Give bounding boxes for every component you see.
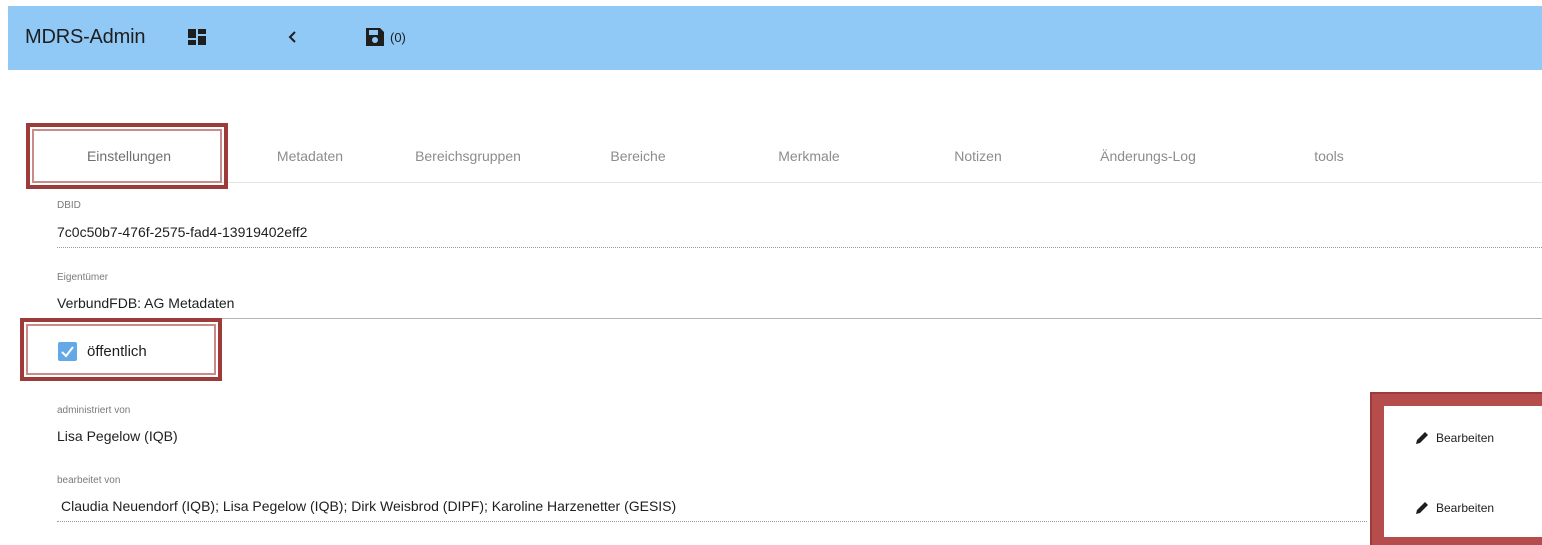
app-title: MDRS-Admin: [25, 26, 146, 48]
dbid-label: DBID: [57, 200, 81, 211]
dashboard-icon[interactable]: [186, 26, 208, 48]
edit-admin-button-label: Bearbeiten: [1436, 431, 1495, 445]
public-checkbox[interactable]: [58, 342, 77, 361]
tab-einstellungen[interactable]: Einstellungen: [40, 136, 218, 180]
dbid-value: 7c0c50b7-476f-2575-fad4-13919402eff2: [57, 224, 308, 240]
admin-value: Lisa Pegelow (IQB): [57, 428, 178, 444]
tab-bar: Einstellungen Metadaten Bereichsgruppen …: [40, 136, 1542, 183]
tab-metadaten[interactable]: Metadaten: [230, 136, 390, 180]
owner-value: VerbundFDB: AG Metadaten: [57, 295, 235, 311]
edit-editors-button[interactable]: Bearbeiten: [1402, 490, 1532, 526]
editors-value: Claudia Neuendorf (IQB); Lisa Pegelow (I…: [61, 498, 677, 514]
admin-label: administriert von: [57, 405, 131, 416]
save-icon[interactable]: [364, 26, 386, 48]
tab-aenderungs-log[interactable]: Änderungs-Log: [1068, 136, 1228, 180]
save-count: (0): [390, 30, 406, 45]
editors-label: bearbeitet von: [57, 475, 121, 486]
public-checkbox-label[interactable]: öffentlich: [87, 343, 147, 360]
dbid-divider: [57, 247, 1542, 248]
pencil-icon: [1416, 502, 1428, 514]
app-toolbar: MDRS-Admin (0): [8, 6, 1542, 70]
tab-tools[interactable]: tools: [1249, 136, 1409, 180]
tab-notizen[interactable]: Notizen: [898, 136, 1058, 180]
tab-merkmale[interactable]: Merkmale: [729, 136, 889, 180]
editors-divider: [57, 521, 1367, 522]
pencil-icon: [1416, 432, 1428, 444]
tab-bereichsgruppen[interactable]: Bereichsgruppen: [388, 136, 548, 180]
edit-editors-button-label: Bearbeiten: [1436, 501, 1495, 515]
edit-admin-button[interactable]: Bearbeiten: [1402, 420, 1532, 456]
chevron-left-icon[interactable]: [282, 26, 304, 48]
owner-label: Eigentümer: [57, 272, 109, 283]
owner-divider: [57, 318, 1542, 319]
tab-bereiche[interactable]: Bereiche: [558, 136, 718, 180]
